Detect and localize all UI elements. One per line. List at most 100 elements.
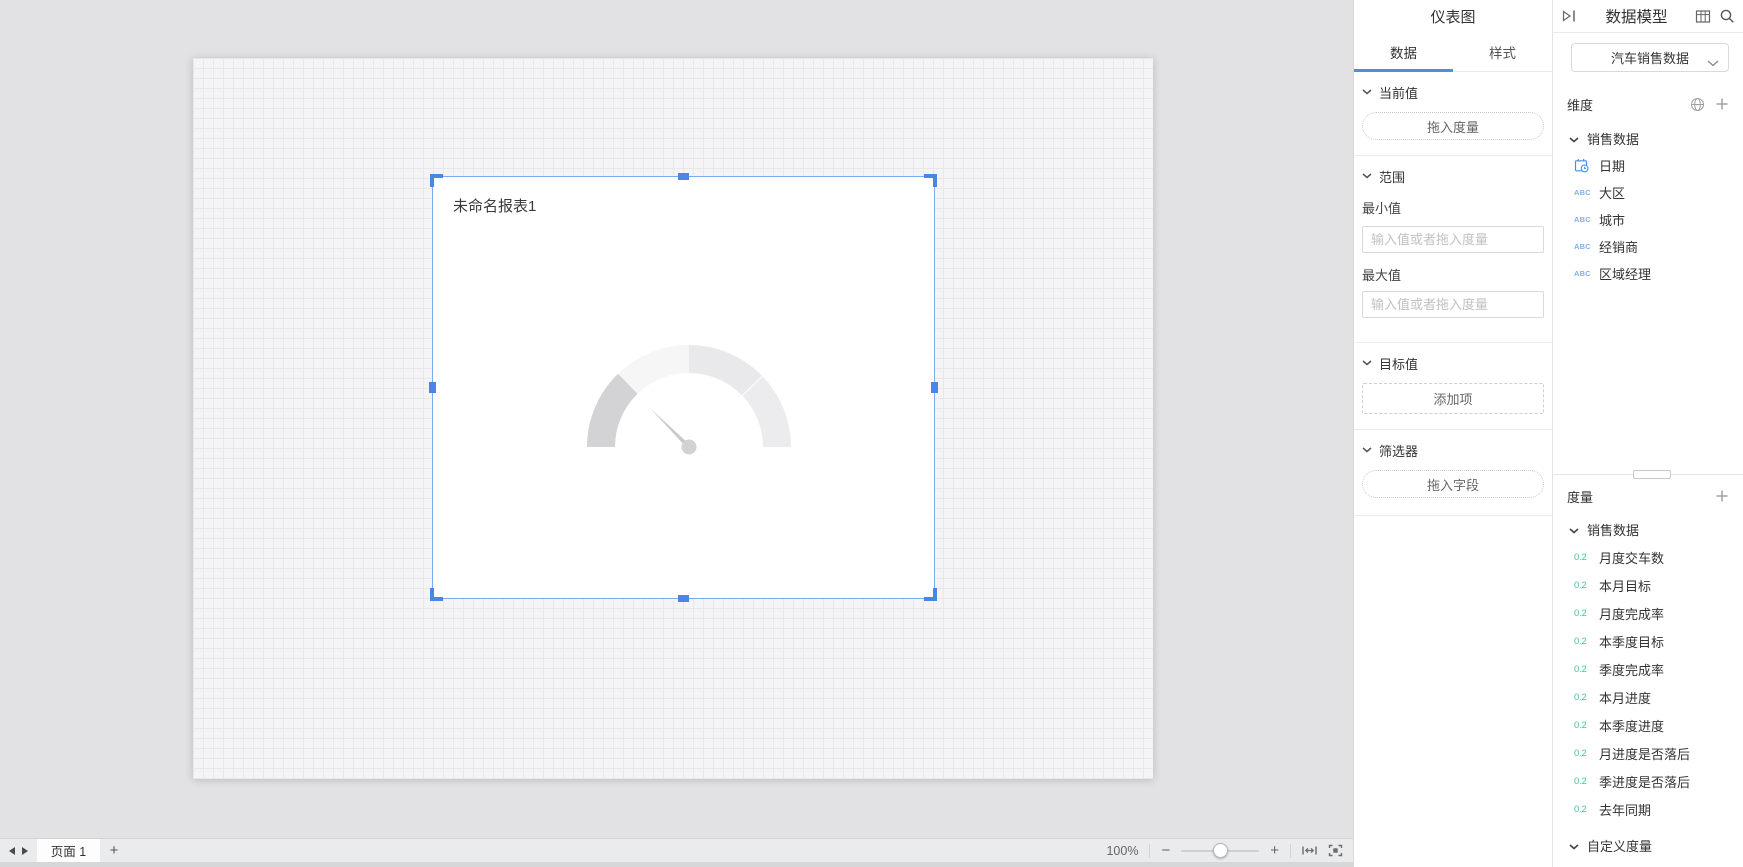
section-current-value[interactable]: 当前值: [1362, 80, 1544, 104]
custom-measure-group[interactable]: 自定义度量: [1553, 831, 1743, 859]
chevron-down-icon: [1569, 838, 1579, 853]
number-field-icon: 0.2: [1574, 719, 1587, 731]
zoom-out-button[interactable]: −: [1161, 843, 1170, 858]
measures-header: 度量: [1567, 485, 1729, 507]
measure-item[interactable]: 0.2 去年同期: [1553, 795, 1743, 823]
dimensions-label: 维度: [1567, 97, 1594, 113]
add-page-button[interactable]: +: [100, 839, 128, 862]
resize-handle-top[interactable]: [677, 173, 689, 180]
text-field-icon: ABC: [1574, 242, 1591, 251]
dimension-item[interactable]: ABC 区域经理: [1553, 260, 1743, 287]
page-prev-icon[interactable]: [9, 846, 15, 855]
dimension-item[interactable]: ABC 经销商: [1553, 233, 1743, 260]
page-next-icon[interactable]: [22, 846, 28, 855]
resize-handle-left[interactable]: [429, 381, 436, 393]
field-label: 本月目标: [1599, 578, 1652, 594]
divider: [1290, 843, 1291, 858]
drop-field-zone[interactable]: 拖入字段: [1362, 470, 1544, 498]
artboard[interactable]: 未命名报表1: [193, 58, 1153, 779]
min-value-label: 最小值: [1362, 201, 1402, 216]
add-measure-icon[interactable]: [1715, 489, 1729, 503]
divider: [1354, 155, 1552, 156]
measure-item[interactable]: 0.2 季度完成率: [1553, 655, 1743, 683]
data-model-panel: 数据模型 汽车销售数据 维度 销售数据 日期 ABC 大区 ABC 城市 ABC…: [1552, 0, 1743, 867]
field-label: 记录数: [1599, 864, 1638, 867]
zoom-in-button[interactable]: +: [1270, 843, 1279, 858]
field-label: 月度完成率: [1599, 606, 1665, 622]
dimension-item[interactable]: 日期: [1553, 152, 1743, 179]
measure-item[interactable]: 0.2 记录数: [1553, 859, 1743, 867]
field-label: 月进度是否落后: [1599, 746, 1691, 762]
resize-handle-bottom-right[interactable]: [924, 588, 937, 601]
canvas-area[interactable]: 未命名报表1: [0, 0, 1353, 838]
group-label: 销售数据: [1587, 522, 1640, 538]
dimension-group[interactable]: 销售数据: [1553, 124, 1743, 152]
measure-item[interactable]: 0.2 本月进度: [1553, 683, 1743, 711]
number-field-icon: 0.2: [1574, 747, 1587, 759]
field-label: 区域经理: [1599, 267, 1652, 282]
resize-handle-bottom-left[interactable]: [430, 588, 443, 601]
measures-label: 度量: [1567, 489, 1594, 505]
dimension-item[interactable]: ABC 大区: [1553, 179, 1743, 206]
resize-handle-top-right[interactable]: [924, 174, 937, 187]
gauge-widget[interactable]: 未命名报表1: [429, 173, 938, 602]
field-label: 本季度目标: [1599, 634, 1665, 650]
zoom-slider[interactable]: [1181, 843, 1260, 858]
max-value-input[interactable]: [1362, 291, 1544, 318]
divider: [1354, 429, 1552, 430]
measure-item[interactable]: 0.2 月进度是否落后: [1553, 739, 1743, 767]
dimension-item[interactable]: ABC 城市: [1553, 206, 1743, 233]
number-field-icon: 0.2: [1574, 579, 1587, 591]
divider: [1354, 342, 1552, 343]
min-value-input[interactable]: [1362, 226, 1544, 253]
section-filter[interactable]: 筛选器: [1362, 438, 1544, 462]
collapse-panel-icon[interactable]: [1561, 8, 1578, 24]
bottom-scroll-track[interactable]: [0, 862, 1353, 867]
text-field-icon: ABC: [1574, 188, 1591, 197]
bottom-bar: 页面 1 + 100% − +: [0, 838, 1353, 867]
table-view-icon[interactable]: [1695, 9, 1711, 24]
field-label: 季度完成率: [1599, 662, 1665, 678]
chart-config-panel: 仪表图 数据 样式 当前值 拖入度量 范围 最小值 最大值 目标值: [1353, 0, 1552, 867]
tab-style[interactable]: 样式: [1453, 33, 1552, 71]
group-label: 自定义度量: [1587, 838, 1653, 854]
measure-group[interactable]: 销售数据: [1553, 515, 1743, 543]
chevron-down-icon: [1362, 360, 1372, 366]
zoom-slider-handle[interactable]: [1213, 843, 1229, 858]
dataset-selector[interactable]: 汽车销售数据: [1571, 43, 1729, 72]
text-field-icon: ABC: [1574, 215, 1591, 224]
search-icon[interactable]: [1719, 8, 1735, 24]
globe-icon[interactable]: [1690, 97, 1705, 112]
number-field-icon: 0.2: [1574, 607, 1587, 619]
measure-item[interactable]: 0.2 月度完成率: [1553, 599, 1743, 627]
gauge-chart: [587, 345, 791, 455]
add-target-button[interactable]: 添加项: [1362, 383, 1544, 414]
measure-item[interactable]: 0.2 月度交车数: [1553, 543, 1743, 571]
fit-width-icon[interactable]: [1302, 844, 1317, 857]
number-field-icon: 0.2: [1574, 663, 1587, 675]
drop-measure-zone[interactable]: 拖入度量: [1362, 112, 1544, 140]
section-target[interactable]: 目标值: [1362, 351, 1544, 375]
section-label: 当前值: [1379, 85, 1419, 101]
panel-resize-handle[interactable]: [1633, 470, 1671, 479]
chart-type-title: 仪表图: [1430, 9, 1476, 26]
tab-data[interactable]: 数据: [1354, 33, 1453, 72]
fit-selection-icon[interactable]: [1328, 844, 1343, 857]
measure-item[interactable]: 0.2 本月目标: [1553, 571, 1743, 599]
section-range[interactable]: 范围: [1362, 164, 1544, 188]
measure-item[interactable]: 0.2 本季度目标: [1553, 627, 1743, 655]
add-dimension-icon[interactable]: [1715, 97, 1729, 111]
number-field-icon: 0.2: [1574, 635, 1587, 647]
text-field-icon: ABC: [1574, 269, 1591, 278]
section-label: 目标值: [1379, 356, 1419, 372]
number-field-icon: 0.2: [1574, 691, 1587, 703]
resize-handle-bottom[interactable]: [677, 595, 689, 602]
resize-handle-right[interactable]: [931, 381, 938, 393]
measure-item[interactable]: 0.2 本季度进度: [1553, 711, 1743, 739]
measure-item[interactable]: 0.2 季进度是否落后: [1553, 767, 1743, 795]
number-field-icon: 0.2: [1574, 775, 1587, 787]
page-tab[interactable]: 页面 1: [37, 839, 100, 862]
section-label: 筛选器: [1379, 443, 1419, 459]
resize-handle-top-left[interactable]: [430, 174, 443, 187]
field-label: 日期: [1599, 159, 1626, 174]
